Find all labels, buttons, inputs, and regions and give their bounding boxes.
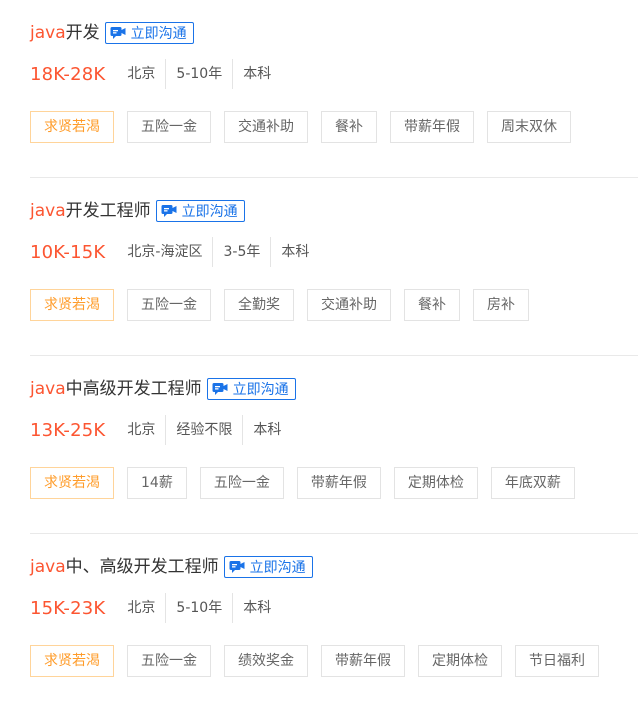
- job-title[interactable]: java中高级开发工程师: [30, 376, 202, 402]
- welfare-tag: 五险一金: [127, 111, 211, 143]
- welfare-tag: 交通补助: [224, 111, 308, 143]
- welfare-tag: 带薪年假: [296, 467, 381, 499]
- salary: 15K-23K: [30, 597, 106, 619]
- job-title-row: java开发 立即沟通: [30, 20, 194, 46]
- job-meta-row: 18K-28K 北京 5-10年 本科: [30, 59, 281, 89]
- job-education: 本科: [242, 415, 291, 445]
- chat-now-label: 立即沟通: [232, 382, 289, 398]
- job-title-keyword: java: [30, 379, 66, 399]
- tag-urgent: 求贤若渴: [30, 467, 114, 499]
- job-title[interactable]: java中、高级开发工程师: [30, 554, 219, 580]
- welfare-tag: 餐补: [404, 289, 460, 321]
- salary: 18K-28K: [30, 63, 106, 85]
- job-location: 北京: [127, 422, 156, 438]
- job-meta-row: 10K-15K 北京-海淀区 3-5年 本科: [30, 237, 319, 267]
- chat-now-button[interactable]: 立即沟通: [223, 556, 313, 578]
- video-chat-icon: [161, 204, 177, 218]
- job-tags: 求贤若渴 五险一金 交通补助 餐补 带薪年假 周末双休: [30, 111, 584, 143]
- chat-now-label: 立即沟通: [181, 204, 238, 220]
- job-title-text: 开发工程师: [65, 201, 151, 221]
- welfare-tag: 带薪年假: [321, 645, 405, 677]
- job-tags: 求贤若渴 14薪 五险一金 带薪年假 定期体检 年底双薪: [30, 467, 588, 499]
- welfare-tag: 五险一金: [127, 289, 211, 321]
- welfare-tag: 14薪: [127, 467, 187, 499]
- job-experience: 经验不限: [165, 415, 242, 445]
- welfare-tag: 年底双薪: [490, 467, 575, 499]
- video-chat-icon: [212, 382, 228, 396]
- welfare-tag: 房补: [473, 289, 529, 321]
- video-chat-icon: [229, 560, 245, 574]
- welfare-tag: 定期体检: [393, 467, 478, 499]
- job-experience: 3-5年: [212, 237, 270, 267]
- welfare-tag: 绩效奖金: [224, 645, 308, 677]
- tag-urgent: 求贤若渴: [30, 289, 114, 321]
- welfare-tag: 全勤奖: [224, 289, 294, 321]
- job-card[interactable]: java中高级开发工程师 立即沟通 13K-25K 北京 经验不限 本科 求贤若…: [0, 356, 638, 534]
- job-title[interactable]: java开发: [30, 20, 100, 46]
- job-meta-row: 13K-25K 北京 经验不限 本科: [30, 415, 291, 445]
- job-tags: 求贤若渴 五险一金 全勤奖 交通补助 餐补 房补: [30, 289, 542, 321]
- salary: 10K-15K: [30, 241, 106, 263]
- job-card[interactable]: java开发 立即沟通 18K-28K 北京 5-10年 本科 求贤若渴 五险一…: [0, 0, 638, 178]
- job-experience: 5-10年: [165, 59, 232, 89]
- welfare-tag: 定期体检: [418, 645, 502, 677]
- welfare-tag: 五险一金: [127, 645, 211, 677]
- job-title[interactable]: java开发工程师: [30, 198, 151, 224]
- job-education: 本科: [270, 237, 319, 267]
- tag-urgent: 求贤若渴: [30, 111, 114, 143]
- job-card[interactable]: java中、高级开发工程师 立即沟通 15K-23K 北京 5-10年 本科 求…: [0, 534, 638, 712]
- welfare-tag: 五险一金: [199, 467, 284, 499]
- job-title-text: 中、高级开发工程师: [65, 557, 219, 577]
- job-meta-row: 15K-23K 北京 5-10年 本科: [30, 593, 281, 623]
- job-location: 北京: [127, 600, 156, 616]
- chat-now-button[interactable]: 立即沟通: [206, 378, 296, 400]
- job-location: 北京: [127, 66, 156, 82]
- job-experience: 5-10年: [165, 593, 232, 623]
- job-title-row: java中、高级开发工程师 立即沟通: [30, 554, 313, 580]
- tag-urgent: 求贤若渴: [30, 645, 114, 677]
- job-title-keyword: java: [30, 23, 66, 43]
- job-title-keyword: java: [30, 201, 66, 221]
- video-chat-icon: [110, 26, 126, 40]
- chat-now-button[interactable]: 立即沟通: [104, 22, 194, 44]
- job-location: 北京-海淀区: [127, 244, 203, 260]
- job-title-text: 中高级开发工程师: [65, 379, 202, 399]
- job-education: 本科: [232, 593, 281, 623]
- welfare-tag: 周末双休: [487, 111, 571, 143]
- job-title-keyword: java: [30, 557, 66, 577]
- chat-now-button[interactable]: 立即沟通: [155, 200, 245, 222]
- welfare-tag: 餐补: [321, 111, 377, 143]
- welfare-tag: 带薪年假: [390, 111, 474, 143]
- chat-now-label: 立即沟通: [249, 560, 306, 576]
- job-title-text: 开发: [65, 23, 100, 43]
- salary: 13K-25K: [30, 419, 106, 441]
- job-card[interactable]: java开发工程师 立即沟通 10K-15K 北京-海淀区 3-5年 本科 求贤…: [0, 178, 638, 356]
- job-education: 本科: [232, 59, 281, 89]
- welfare-tag: 节日福利: [515, 645, 599, 677]
- job-title-row: java开发工程师 立即沟通: [30, 198, 245, 224]
- chat-now-label: 立即沟通: [130, 26, 187, 42]
- job-tags: 求贤若渴 五险一金 绩效奖金 带薪年假 定期体检 节日福利: [30, 645, 612, 677]
- welfare-tag: 交通补助: [307, 289, 391, 321]
- job-title-row: java中高级开发工程师 立即沟通: [30, 376, 296, 402]
